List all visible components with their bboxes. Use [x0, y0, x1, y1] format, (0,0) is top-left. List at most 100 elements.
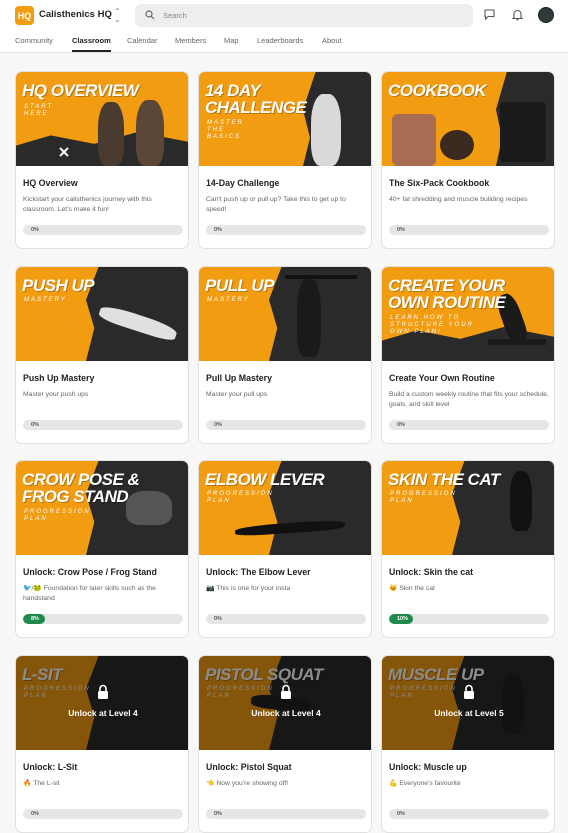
course-description: 📷 This is one for your insta	[206, 585, 291, 592]
course-card[interactable]: SKIN THE CAT PROGRESSION PLAN Unlock: Sk…	[381, 460, 555, 638]
thumbnail-title: SKIN THE CAT	[388, 470, 500, 489]
course-description: 🐦/🐸 Foundation for later skills such as …	[23, 585, 156, 602]
course-card[interactable]: HQ OVERVIEW START HERE HQ Overview Kicks…	[15, 71, 189, 249]
progress-bar: 0%	[206, 225, 366, 235]
unlock-level-label: Unlock at Level 4	[68, 708, 138, 718]
course-title: Unlock: Pistol Squat	[206, 762, 292, 772]
tab-leaderboards[interactable]: Leaderboards	[257, 36, 303, 52]
course-card[interactable]: ELBOW LEVER PROGRESSION PLAN Unlock: The…	[198, 460, 372, 638]
course-card[interactable]: L-SIT PROGRESSION PLAN Unlock at Level 4…	[15, 655, 189, 833]
progress-bar: 0%	[206, 809, 366, 819]
tab-calendar[interactable]: Calendar	[127, 36, 157, 52]
course-description: Kickstart your calisthenics journey with…	[23, 196, 152, 213]
thumbnail-title: ELBOW LEVER	[205, 470, 325, 489]
progress-bar: 0%	[389, 420, 549, 430]
search-input[interactable]: Search	[163, 11, 187, 20]
thumbnail-title: CREATE YOUR OWN ROUTINE	[388, 276, 506, 312]
course-card[interactable]: PULL UP MASTERY Pull Up Mastery Master y…	[198, 266, 372, 444]
group-name[interactable]: Calisthenics HQ	[39, 9, 112, 20]
course-card[interactable]: MUSCLE UP PROGRESSION PLAN Unlock at Lev…	[381, 655, 555, 833]
thumbnail-title: COOKBOOK	[388, 81, 487, 100]
course-description: 40+ fat shredding and muscle building re…	[389, 196, 528, 203]
course-title: Pull Up Mastery	[206, 373, 272, 383]
thumbnail-title: CROW POSE & FROG STAND	[22, 470, 140, 506]
progress-label: 0%	[31, 227, 39, 233]
thumbnail-subtitle: PROGRESSION PLAN	[390, 686, 457, 699]
progress-bar: 0%	[389, 225, 549, 235]
course-title: Unlock: L-Sit	[23, 762, 78, 772]
course-description: Can't push up or pull up? Take this to g…	[206, 196, 346, 213]
thumbnail-title: MUSCLE UP	[388, 665, 484, 684]
course-card[interactable]: CREATE YOUR OWN ROUTINE LEARN HOW TO STR…	[381, 266, 555, 444]
progress-label: 0%	[214, 227, 222, 233]
course-thumbnail: PISTOL SQUAT PROGRESSION PLAN	[199, 656, 371, 750]
progress-label: 0%	[214, 811, 222, 817]
course-thumbnail: L-SIT PROGRESSION PLAN	[16, 656, 188, 750]
progress-label: 10%	[397, 616, 409, 622]
course-thumbnail: PUSH UP MASTERY	[16, 267, 188, 361]
course-title: Unlock: The Elbow Lever	[206, 567, 311, 577]
thumbnail-title: PULL UP	[205, 276, 274, 295]
course-card[interactable]: CROW POSE & FROG STAND PROGRESSION PLAN …	[15, 460, 189, 638]
close-icon	[59, 147, 69, 157]
progress-label: 0%	[214, 422, 222, 428]
course-title: Unlock: Crow Pose / Frog Stand	[23, 567, 157, 577]
thumbnail-subtitle: MASTER THE BASICS	[207, 120, 245, 140]
course-thumbnail: 14 DAY CHALLENGE MASTER THE BASICS	[199, 72, 371, 166]
progress-bar: 0%	[23, 225, 183, 235]
course-thumbnail: MUSCLE UP PROGRESSION PLAN	[382, 656, 554, 750]
progress-bar: 0%	[206, 420, 366, 430]
course-title: Push Up Mastery	[23, 373, 95, 383]
course-description: 💪 Everyone's favourite	[389, 780, 461, 787]
course-description: Build a custom weekly routine that fits …	[389, 391, 549, 408]
thumbnail-title: PISTOL SQUAT	[205, 665, 323, 684]
group-logo[interactable]: HQ	[15, 6, 34, 25]
chat-icon[interactable]	[483, 8, 496, 21]
user-avatar[interactable]	[538, 7, 554, 23]
thumbnail-subtitle: PROGRESSION PLAN	[390, 491, 457, 504]
tab-map[interactable]: Map	[224, 36, 239, 52]
progress-label: 8%	[31, 616, 39, 622]
thumbnail-subtitle: START HERE	[24, 104, 54, 117]
lock-icon	[98, 684, 108, 699]
progress-bar: 0%	[389, 809, 549, 819]
progress-label: 0%	[31, 422, 39, 428]
progress-bar: 0%	[23, 809, 183, 819]
notification-bell-icon[interactable]	[511, 8, 524, 21]
progress-bar: 8%	[23, 614, 183, 624]
progress-label: 0%	[397, 811, 405, 817]
course-thumbnail: ELBOW LEVER PROGRESSION PLAN	[199, 461, 371, 555]
tab-about[interactable]: About	[322, 36, 342, 52]
progress-label: 0%	[397, 227, 405, 233]
course-description: Master your pull ups	[206, 391, 268, 398]
group-switcher-icon[interactable]: ⌃ ⌄	[114, 8, 121, 24]
course-description: 👈 Now you're showing off!	[206, 780, 289, 787]
tab-community[interactable]: Community	[15, 36, 53, 52]
course-title: HQ Overview	[23, 178, 78, 188]
course-card[interactable]: PISTOL SQUAT PROGRESSION PLAN Unlock at …	[198, 655, 372, 833]
course-title: 14-Day Challenge	[206, 178, 280, 188]
thumbnail-subtitle: PROGRESSION PLAN	[24, 509, 91, 522]
thumbnail-subtitle: MASTERY	[24, 297, 67, 303]
course-card[interactable]: PUSH UP MASTERY Push Up Mastery Master y…	[15, 266, 189, 444]
course-card[interactable]: COOKBOOK The Six-Pack Cookbook 40+ fat s…	[381, 71, 555, 249]
lock-icon	[464, 684, 474, 699]
course-thumbnail: COOKBOOK	[382, 72, 554, 166]
thumbnail-title: PUSH UP	[22, 276, 95, 295]
tab-members[interactable]: Members	[175, 36, 206, 52]
unlock-level-label: Unlock at Level 5	[434, 708, 504, 718]
search-icon	[145, 10, 155, 20]
thumbnail-subtitle: PROGRESSION PLAN	[207, 491, 274, 504]
course-card[interactable]: 14 DAY CHALLENGE MASTER THE BASICS 14-Da…	[198, 71, 372, 249]
thumbnail-subtitle: MASTERY	[207, 297, 250, 303]
course-description: 🐱 Skin the cat	[389, 585, 435, 592]
search-bar[interactable]: Search	[135, 4, 473, 27]
progress-bar: 0%	[206, 614, 366, 624]
progress-label: 0%	[31, 811, 39, 817]
thumbnail-title: L-SIT	[22, 665, 63, 684]
progress-label: 0%	[397, 422, 405, 428]
thumbnail-title: 14 DAY CHALLENGE	[205, 81, 307, 117]
course-thumbnail: HQ OVERVIEW START HERE	[16, 72, 188, 166]
tab-classroom[interactable]: Classroom	[72, 36, 111, 52]
course-description: Master your push ups	[23, 391, 89, 398]
